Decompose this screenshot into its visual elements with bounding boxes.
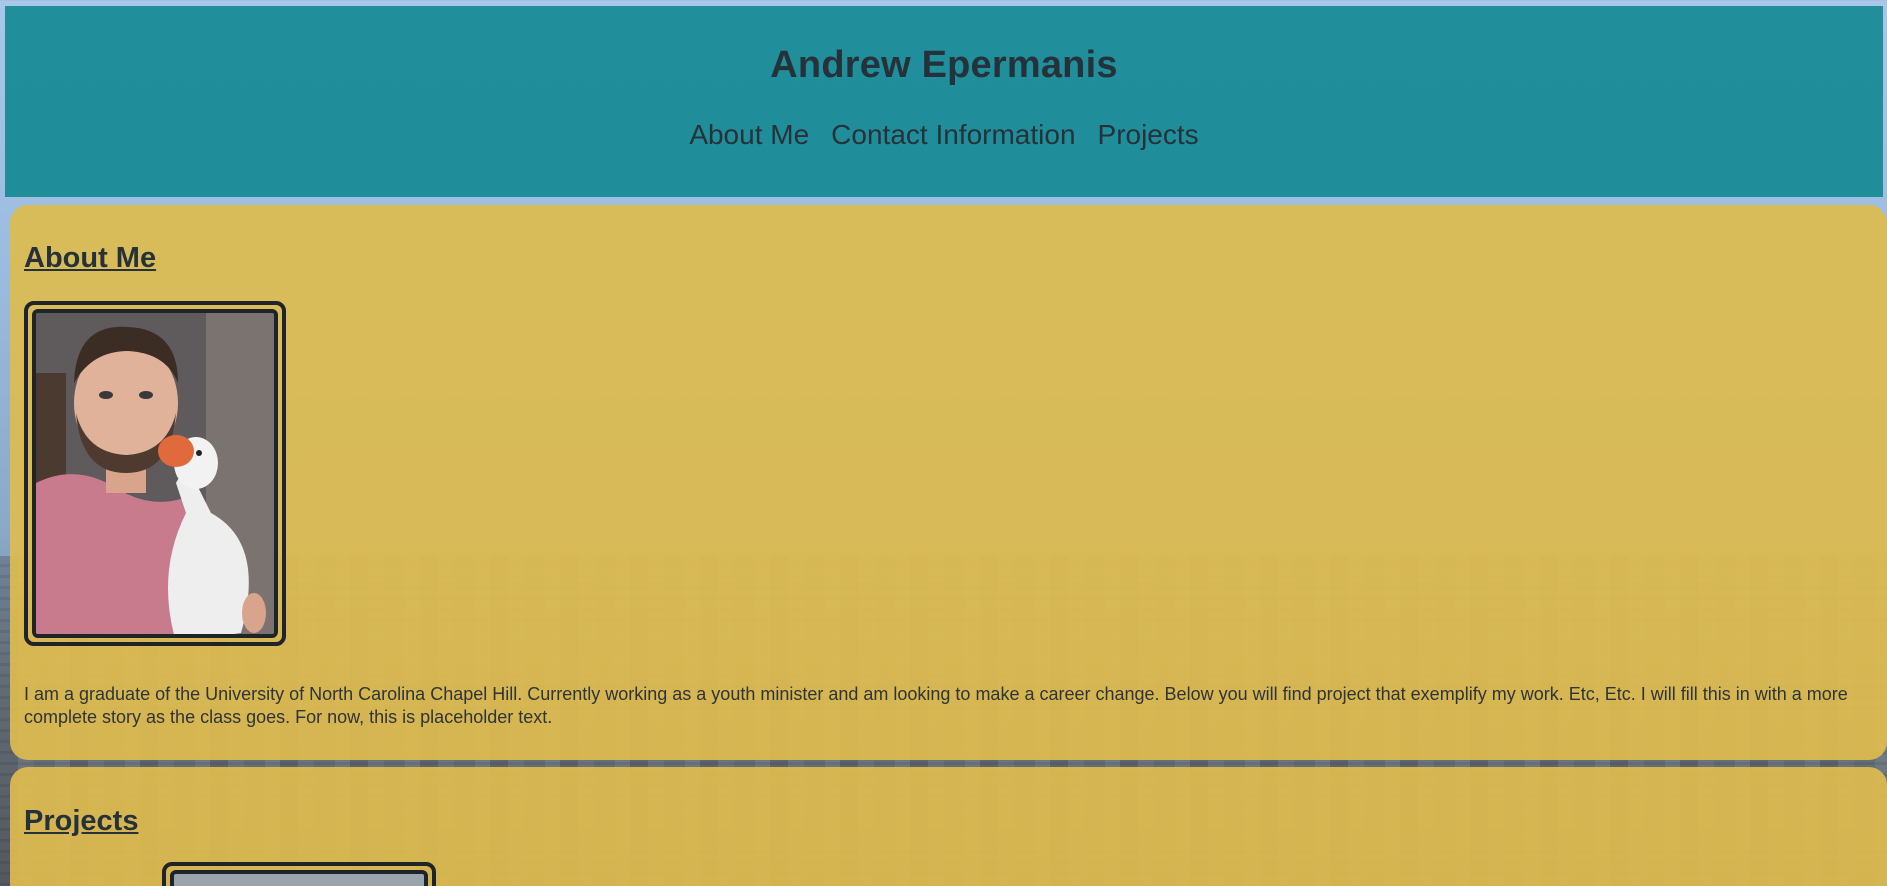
- profile-photo-frame: [24, 301, 286, 646]
- profile-photo: [32, 309, 278, 638]
- project-thumbnail: [170, 870, 428, 886]
- nav-link-projects[interactable]: Projects: [1098, 119, 1199, 151]
- profile-photo-image: [36, 313, 274, 634]
- about-heading: About Me: [24, 242, 157, 274]
- nav-link-about-me[interactable]: About Me: [689, 119, 809, 151]
- site-header: Andrew Epermanis About Me Contact Inform…: [5, 6, 1883, 197]
- main-nav: About Me Contact Information Projects: [5, 119, 1883, 151]
- site-title: Andrew Epermanis: [770, 44, 1118, 86]
- projects-heading: Projects: [24, 805, 139, 837]
- project-thumbnail-frame[interactable]: [162, 862, 436, 886]
- about-description: I am a graduate of the University of Nor…: [24, 684, 1848, 727]
- projects-section: Projects: [10, 767, 1887, 886]
- nav-link-contact-information[interactable]: Contact Information: [831, 119, 1075, 151]
- about-section: About Me I am a graduate of the Universi…: [10, 205, 1887, 760]
